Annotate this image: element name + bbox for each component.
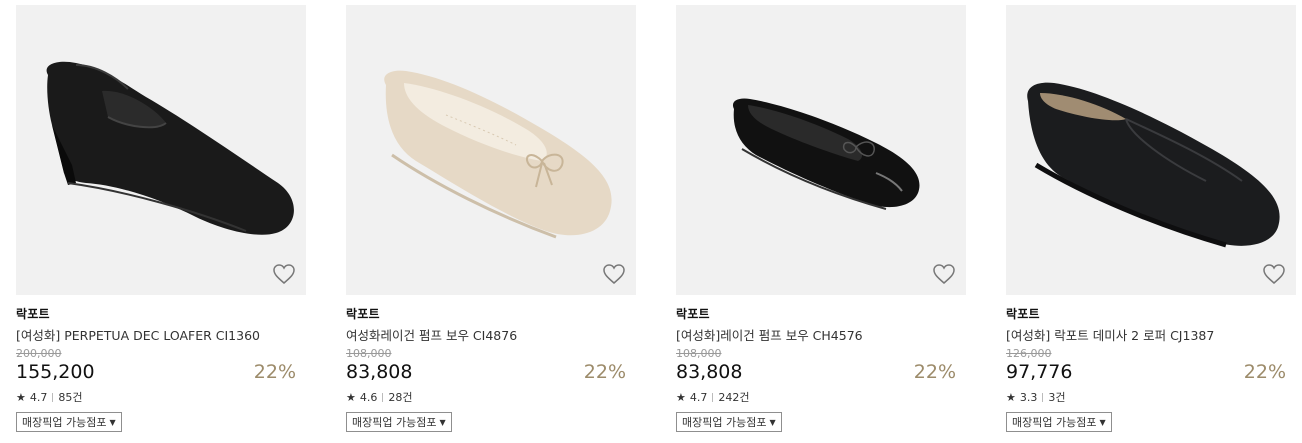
heart-icon[interactable]: [1262, 263, 1286, 285]
black-penny-loafer-image: [46, 61, 294, 235]
product-card[interactable]: 락포트 [여성화] PERPETUA DEC LOAFER CI1360 200…: [16, 5, 306, 432]
discount-rate: 22%: [913, 361, 956, 383]
brand-name: 락포트: [676, 307, 710, 321]
store-pickup-label: 매장픽업 가능점포: [682, 416, 767, 429]
star-icon: ★: [1006, 390, 1016, 404]
rating-score: 4.7: [689, 390, 708, 404]
caret-down-icon: ▼: [109, 417, 116, 427]
discount-rate: 22%: [1243, 361, 1286, 383]
divider: [712, 392, 714, 402]
sale-price: 83,808: [676, 361, 743, 383]
rating-score: 4.6: [359, 390, 378, 404]
product-title[interactable]: [여성화]레이건 펌프 보우 CH4576: [676, 325, 966, 343]
divider: [382, 392, 384, 402]
caret-down-icon: ▼: [1099, 417, 1106, 427]
product-image[interactable]: [1006, 5, 1296, 295]
product-title[interactable]: [여성화] 락포트 데미사 2 로퍼 CJ1387: [1006, 325, 1296, 343]
product-image[interactable]: [676, 5, 966, 295]
sale-price: 155,200: [16, 361, 95, 383]
rating-row: ★ 4.6 28건: [346, 390, 636, 405]
original-price: 200,000: [16, 347, 62, 360]
caret-down-icon: ▼: [439, 417, 446, 427]
product-card[interactable]: 락포트 여성화레이건 펌프 보우 CI4876 108,000 83,808 2…: [346, 5, 636, 432]
store-pickup-label: 매장픽업 가능점포: [352, 416, 437, 429]
black-moccasin-loafer-image: [1027, 82, 1280, 248]
review-count: 28건: [388, 391, 413, 404]
price-row: 83,808 22%: [676, 360, 966, 384]
product-image[interactable]: [346, 5, 636, 295]
price-row: 83,808 22%: [346, 360, 636, 384]
price-row: 155,200 22%: [16, 360, 306, 384]
star-icon: ★: [346, 390, 356, 404]
black-patent-ballet-flat-image: [732, 98, 920, 210]
sale-price: 83,808: [346, 361, 413, 383]
review-count: 85건: [58, 391, 83, 404]
heart-icon[interactable]: [932, 263, 956, 285]
rating-score: 3.3: [1019, 390, 1038, 404]
beige-patent-ballet-flat-image: [384, 70, 612, 239]
original-price: 108,000: [346, 347, 392, 360]
store-pickup-dropdown[interactable]: 매장픽업 가능점포 ▼: [346, 412, 452, 432]
original-price: 108,000: [676, 347, 722, 360]
product-grid: 락포트 [여성화] PERPETUA DEC LOAFER CI1360 200…: [0, 0, 1302, 443]
review-count: 242건: [718, 391, 750, 404]
review-count: 3건: [1048, 391, 1066, 404]
sale-price: 97,776: [1006, 361, 1073, 383]
price-row: 97,776 22%: [1006, 360, 1296, 384]
product-title[interactable]: [여성화] PERPETUA DEC LOAFER CI1360: [16, 325, 306, 343]
heart-icon[interactable]: [272, 263, 296, 285]
brand-name: 락포트: [346, 307, 380, 321]
brand-name: 락포트: [1006, 307, 1040, 321]
store-pickup-label: 매장픽업 가능점포: [1012, 416, 1097, 429]
divider: [1042, 392, 1044, 402]
product-card[interactable]: 락포트 [여성화] 락포트 데미사 2 로퍼 CJ1387 126,000 97…: [1006, 5, 1296, 432]
store-pickup-dropdown[interactable]: 매장픽업 가능점포 ▼: [676, 412, 782, 432]
caret-down-icon: ▼: [769, 417, 776, 427]
rating-row: ★ 4.7 85건: [16, 390, 306, 405]
product-card[interactable]: 락포트 [여성화]레이건 펌프 보우 CH4576 108,000 83,808…: [676, 5, 966, 432]
rating-row: ★ 4.7 242건: [676, 390, 966, 405]
product-title[interactable]: 여성화레이건 펌프 보우 CI4876: [346, 325, 636, 343]
rating-score: 4.7: [29, 390, 48, 404]
rating-row: ★ 3.3 3건: [1006, 390, 1296, 405]
original-price: 126,000: [1006, 347, 1052, 360]
store-pickup-dropdown[interactable]: 매장픽업 가능점포 ▼: [1006, 412, 1112, 432]
brand-name: 락포트: [16, 307, 50, 321]
star-icon: ★: [676, 390, 686, 404]
discount-rate: 22%: [253, 361, 296, 383]
heart-icon[interactable]: [602, 263, 626, 285]
discount-rate: 22%: [583, 361, 626, 383]
store-pickup-label: 매장픽업 가능점포: [22, 416, 107, 429]
star-icon: ★: [16, 390, 26, 404]
product-image[interactable]: [16, 5, 306, 295]
divider: [52, 392, 54, 402]
store-pickup-dropdown[interactable]: 매장픽업 가능점포 ▼: [16, 412, 122, 432]
